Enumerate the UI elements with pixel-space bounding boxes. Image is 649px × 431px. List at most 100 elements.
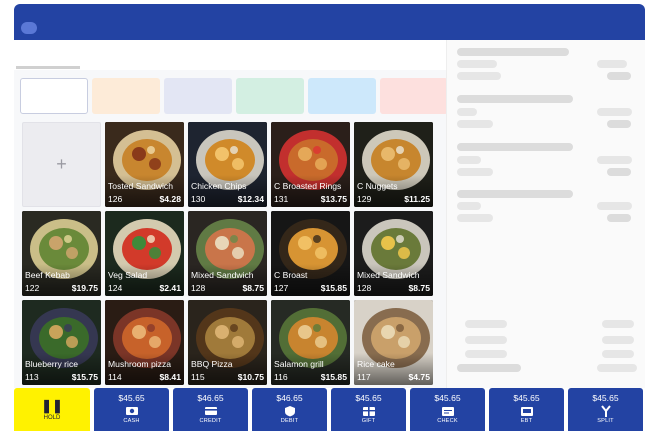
payment-amount: $46.65 <box>276 393 303 403</box>
payment-amount: $45.65 <box>592 393 619 403</box>
summary-placeholder-line <box>457 108 477 116</box>
menu-item-tile[interactable]: Rice cake 117 $4.75 <box>354 300 433 385</box>
item-name: C Broast <box>274 270 308 280</box>
active-tab-indicator <box>16 66 80 69</box>
summary-placeholder-line <box>607 168 631 176</box>
menu-item-tile[interactable]: Mixed Sandwich 128 $8.75 <box>188 211 267 296</box>
summary-placeholder-line <box>457 143 573 151</box>
payment-label: EBT <box>520 418 533 424</box>
menu-toggle-icon[interactable] <box>21 22 37 34</box>
menu-item-tile[interactable]: Chicken Chips 130 $12.34 <box>188 122 267 207</box>
payment-amount: $45.65 <box>513 393 540 403</box>
debit-payment-button[interactable]: $46.65 DEBIT <box>252 388 327 431</box>
order-summary-panel <box>446 40 645 388</box>
summary-placeholder-line <box>457 120 493 128</box>
item-price: $13.75 <box>320 194 347 204</box>
summary-placeholder-line <box>457 95 573 103</box>
summary-placeholder-line <box>597 364 637 372</box>
top-bar <box>14 4 645 40</box>
summary-placeholder-line <box>597 108 632 116</box>
summary-placeholder-line <box>465 350 507 358</box>
payment-label: SPLIT <box>597 418 614 424</box>
summary-placeholder-line <box>457 60 497 68</box>
item-code: 129 <box>357 194 372 204</box>
menu-item-tile[interactable]: C Broast 127 $15.85 <box>271 211 350 296</box>
item-name: Beef Kebab <box>25 270 70 280</box>
payment-label: CASH <box>123 418 140 424</box>
item-price: $4.75 <box>408 372 430 382</box>
pause-icon: ❚❚ <box>41 397 63 413</box>
item-code: 128 <box>191 283 206 293</box>
check-payment-button[interactable]: $45.65 CHECK <box>410 388 485 431</box>
plus-icon: + <box>56 154 67 174</box>
item-name: BBQ Pizza <box>191 359 233 369</box>
category-chip[interactable] <box>92 78 160 114</box>
credit-payment-button[interactable]: $46.65 CREDIT <box>173 388 248 431</box>
product-grid: + Tosted Sandwich 126 $4.28 Chicken Chips 13… <box>22 122 438 385</box>
sub-nav <box>14 40 446 70</box>
menu-item-tile[interactable]: Veg Salad 124 $2.41 <box>105 211 184 296</box>
payment-amount: $45.65 <box>355 393 382 403</box>
menu-item-tile[interactable]: C Nuggets 129 $11.25 <box>354 122 433 207</box>
item-price: $8.75 <box>408 283 430 293</box>
summary-placeholder-line <box>457 156 481 164</box>
summary-placeholder-line <box>457 364 521 372</box>
item-code: 122 <box>25 283 40 293</box>
pos-app: + Tosted Sandwich 126 $4.28 Chicken Chips 13… <box>0 0 649 431</box>
payment-label: CREDIT <box>199 418 222 424</box>
menu-item-tile[interactable]: Salamon grill 116 $15.85 <box>271 300 350 385</box>
menu-item-tile[interactable]: Beef Kebab 122 $19.75 <box>22 211 101 296</box>
menu-item-tile[interactable]: Mixed Sandwich 128 $8.75 <box>354 211 433 296</box>
item-name: C Nuggets <box>357 181 398 191</box>
item-code: 115 <box>191 372 205 382</box>
category-chip[interactable] <box>308 78 376 114</box>
category-chip[interactable] <box>20 78 88 114</box>
summary-placeholder-line <box>602 350 634 358</box>
item-code: 126 <box>108 194 123 204</box>
item-price: $12.34 <box>237 194 264 204</box>
ebt-payment-button[interactable]: $45.65 EBT <box>489 388 564 431</box>
item-price: $10.75 <box>237 372 264 382</box>
debit-shield-icon <box>284 406 295 417</box>
menu-item-tile[interactable]: BBQ Pizza 115 $10.75 <box>188 300 267 385</box>
item-code: 113 <box>25 372 39 382</box>
payment-amount: $46.65 <box>197 393 224 403</box>
item-name: Mixed Sandwich <box>357 270 420 280</box>
menu-item-tile[interactable]: Blueberry rice 113 $15.75 <box>22 300 101 385</box>
payment-bar: ❚❚ HOLD $45.65 CASH $46.65 CREDIT $46.65 DEBI… <box>14 388 645 431</box>
summary-placeholder-line <box>457 202 481 210</box>
cash-payment-button[interactable]: $45.65 CASH <box>94 388 169 431</box>
item-price: $11.25 <box>404 194 430 204</box>
item-code: 116 <box>274 372 288 382</box>
item-code: 124 <box>108 283 123 293</box>
item-name: Tosted Sandwich <box>108 181 173 191</box>
gift-payment-button[interactable]: $45.65 GIFT <box>331 388 406 431</box>
summary-placeholder-line <box>465 336 507 344</box>
menu-item-tile[interactable]: C Broasted Rings 131 $13.75 <box>271 122 350 207</box>
item-price: $15.85 <box>320 283 347 293</box>
item-price: $19.75 <box>71 283 98 293</box>
item-price: $15.75 <box>71 372 98 382</box>
summary-placeholder-line <box>597 156 632 164</box>
credit-card-icon <box>204 407 217 415</box>
summary-placeholder-line <box>597 202 632 210</box>
menu-item-tile[interactable]: Tosted Sandwich 126 $4.28 <box>105 122 184 207</box>
hold-button[interactable]: ❚❚ HOLD <box>14 388 90 431</box>
item-code: 127 <box>274 283 289 293</box>
item-code: 114 <box>108 372 122 382</box>
menu-item-tile[interactable]: Mushroom pizza 114 $8.41 <box>105 300 184 385</box>
category-chip[interactable] <box>380 78 448 114</box>
summary-placeholder-line <box>457 72 501 80</box>
item-price: $2.41 <box>159 283 181 293</box>
check-icon <box>441 407 454 416</box>
category-chip[interactable] <box>164 78 232 114</box>
category-bar <box>20 78 448 114</box>
item-price: $8.75 <box>242 283 264 293</box>
category-chip[interactable] <box>236 78 304 114</box>
item-name: C Broasted Rings <box>274 181 342 191</box>
item-code: 117 <box>357 372 371 382</box>
item-name: Mixed Sandwich <box>191 270 254 280</box>
split-payment-button[interactable]: $45.65 SPLIT <box>568 388 643 431</box>
item-code: 130 <box>191 194 206 204</box>
add-item-button[interactable]: + <box>22 122 101 207</box>
